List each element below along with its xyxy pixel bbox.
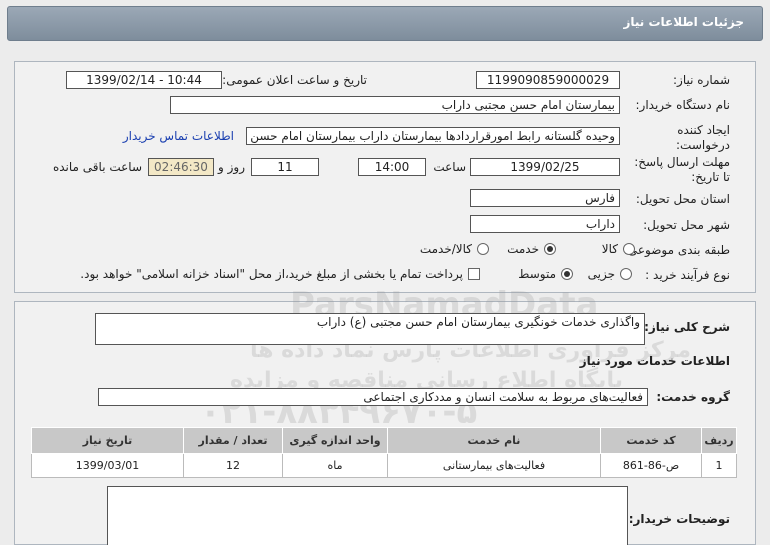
province-label: استان محل تحویل: <box>635 192 730 206</box>
cell-need-date: 1399/03/01 <box>31 453 184 478</box>
services-heading: اطلاعات خدمات مورد نیاز <box>579 354 730 368</box>
category-radio-goods-service[interactable] <box>477 243 489 255</box>
deadline-label: مهلت ارسال پاسخ: تا تاریخ: <box>634 155 730 184</box>
category-radio-service[interactable] <box>544 243 556 255</box>
buyer-contact-link[interactable]: اطلاعات تماس خریدار <box>123 129 234 143</box>
remaining-days-field: 11 <box>251 158 319 176</box>
city-label: شهر محل تحویل: <box>643 218 730 232</box>
deadline-time-field: 14:00 <box>358 158 426 176</box>
remaining-time-label: ساعت باقی مانده <box>52 160 142 174</box>
province-field: فارس <box>470 189 620 207</box>
remaining-days-label: روز و <box>218 160 245 174</box>
category-label: طبقه بندی موضوعی: <box>623 243 730 257</box>
requester-field: وحیده گلستانه رابط امورقراردادها بیمارست… <box>246 127 620 145</box>
announce-datetime-label: تاریخ و ساعت اعلان عمومی: <box>222 73 367 87</box>
category-option-goods: کالا <box>601 242 618 256</box>
col-need-date: تاریخ نیاز <box>31 427 184 454</box>
process-radio-minor[interactable] <box>620 268 632 280</box>
treasury-payment-note: پرداخت تمام یا بخشی از مبلغ خرید،از محل … <box>80 267 463 281</box>
cell-unit: ماه <box>282 453 388 478</box>
col-service-code: کد خدمت <box>600 427 702 454</box>
buyer-label: نام دستگاه خریدار: <box>635 98 731 112</box>
col-unit: واحد اندازه گیری <box>282 427 388 454</box>
category-option-goods-service: کالا/خدمت <box>419 242 472 256</box>
process-option-minor: جزیی <box>587 267 615 281</box>
announce-datetime-field: 1399/02/14 - 10:44 <box>66 71 222 89</box>
need-summary-label: شرح کلی نیاز: <box>644 320 730 334</box>
service-group-field: فعالیت‌های مربوط به سلامت انسان و مددکار… <box>98 388 648 406</box>
col-row-number: ردیف <box>701 427 737 454</box>
city-field: داراب <box>470 215 620 233</box>
cell-row-number: 1 <box>701 453 737 478</box>
cell-service-name: فعالیت‌های بیمارستانی <box>387 453 601 478</box>
deadline-date-field: 1399/02/25 <box>470 158 620 176</box>
buyer-notes-field <box>107 486 628 545</box>
requester-label: ایجاد کننده درخواست: <box>676 123 730 152</box>
page-title: جزئیات اطلاعات نیاز <box>623 15 744 29</box>
process-option-medium: متوسط <box>518 267 556 281</box>
need-number-field: 1199090859000029 <box>476 71 620 89</box>
services-table: ردیف کد خدمت نام خدمت واحد اندازه گیری ت… <box>31 427 737 478</box>
category-radio-goods[interactable] <box>623 243 635 255</box>
treasury-payment-checkbox[interactable] <box>468 268 480 280</box>
services-table-header: ردیف کد خدمت نام خدمت واحد اندازه گیری ت… <box>31 427 737 454</box>
cell-quantity: 12 <box>183 453 283 478</box>
col-quantity: تعداد / مقدار <box>183 427 283 454</box>
need-number-label: شماره نیاز: <box>673 73 730 87</box>
process-radio-medium[interactable] <box>561 268 573 280</box>
process-label: نوع فرآیند خرید : <box>645 268 730 282</box>
deadline-time-label: ساعت <box>433 160 466 174</box>
cell-service-code: ص-86-861 <box>600 453 702 478</box>
table-row: 1 ص-86-861 فعالیت‌های بیمارستانی ماه 12 … <box>31 453 737 478</box>
buyer-notes-label: توضیحات خریدار: <box>628 512 730 526</box>
remaining-time-field: 02:46:30 <box>148 158 214 176</box>
page-header: جزئیات اطلاعات نیاز <box>7 6 763 41</box>
need-summary-field: واگذاری خدمات خونگیری بیمارستان امام حسن… <box>95 313 645 345</box>
col-service-name: نام خدمت <box>387 427 601 454</box>
buyer-field: بیمارستان امام حسن مجتبی داراب <box>170 96 620 114</box>
category-option-service: خدمت <box>507 242 539 256</box>
service-group-label: گروه خدمت: <box>656 390 730 404</box>
